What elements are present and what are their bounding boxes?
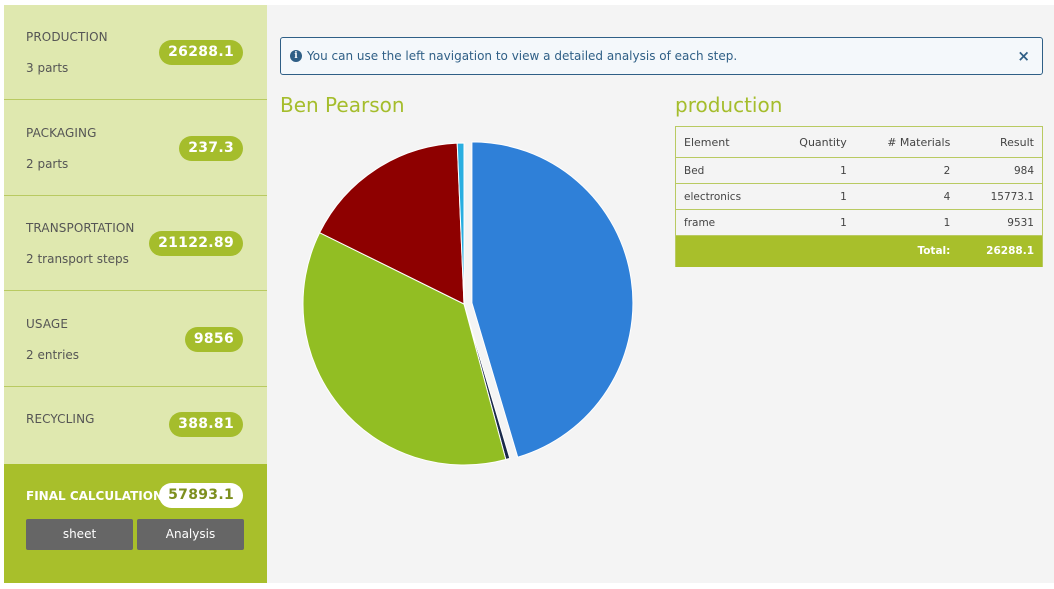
sidebar-item-transportation[interactable]: TRANSPORTATION 2 transport steps 21122.8… [4,196,267,291]
total-label: Total: [854,235,959,267]
pie-slice[interactable] [471,141,634,458]
cell-quantity: 1 [771,209,855,236]
close-icon[interactable]: × [1017,47,1030,65]
column-header-result: Result [958,126,1044,158]
sheet-button[interactable]: sheet [26,519,133,550]
table-row: electronics 1 4 15773.1 [674,183,1044,210]
sidebar-item-value-badge: 9856 [184,327,243,352]
cell-element: frame [674,209,772,236]
final-calculation-value-badge: 57893.1 [159,483,243,508]
column-header-element: Element [674,126,772,158]
cell-element: electronics [674,183,772,210]
column-header-materials: # Materials [854,126,959,158]
table-row: frame 1 1 9531 [674,209,1044,236]
sidebar-item-title: TRANSPORTATION [26,221,135,235]
sidebar: PRODUCTION 3 parts 26288.1 PACKAGING 2 p… [4,5,267,583]
main-content: i You can use the left navigation to vie… [267,5,1054,583]
sidebar-item-subtitle: 2 parts [26,157,69,171]
column-header-quantity: Quantity [771,126,855,158]
table-header-row: Element Quantity # Materials Result [674,126,1044,158]
sidebar-item-subtitle: 3 parts [26,61,69,75]
cell-result: 9531 [958,209,1044,236]
cell-materials: 4 [854,183,959,210]
final-calculation-panel: FINAL CALCULATION 57893.1 sheet Analysis [4,464,267,583]
sidebar-item-title: USAGE [26,317,69,331]
cell-materials: 2 [854,157,959,184]
cell-quantity: 1 [771,157,855,184]
table-row: Bed 1 2 984 [674,157,1044,184]
sidebar-item-subtitle: 2 entries [26,348,80,362]
final-calculation-title: FINAL CALCULATION [26,489,164,503]
sidebar-item-subtitle: 2 transport steps [26,252,129,266]
sidebar-item-usage[interactable]: USAGE 2 entries 9856 [4,292,267,387]
cell-quantity: 1 [771,183,855,210]
cell-materials: 1 [854,209,959,236]
sidebar-item-production[interactable]: PRODUCTION 3 parts 26288.1 [4,5,267,100]
sidebar-item-value-badge: 388.81 [169,412,243,437]
cell-result: 15773.1 [958,183,1044,210]
table-title: production [675,93,783,117]
cell-result: 984 [958,157,1044,184]
pie-chart [302,141,634,466]
analysis-button[interactable]: Analysis [137,519,244,550]
sidebar-item-packaging[interactable]: PACKAGING 2 parts 237.3 [4,101,267,196]
sidebar-item-title: PACKAGING [26,126,97,140]
sidebar-item-value-badge: 237.3 [179,136,243,161]
sidebar-item-title: PRODUCTION [26,30,108,44]
total-value: 26288.1 [958,235,1044,267]
sidebar-item-value-badge: 21122.89 [149,231,243,256]
sidebar-item-value-badge: 26288.1 [159,40,243,65]
table-total-row: Total: 26288.1 [674,235,1044,267]
cell-element: Bed [674,157,772,184]
production-table: Element Quantity # Materials Result Bed … [674,126,1044,267]
sidebar-item-title: RECYCLING [26,412,95,426]
